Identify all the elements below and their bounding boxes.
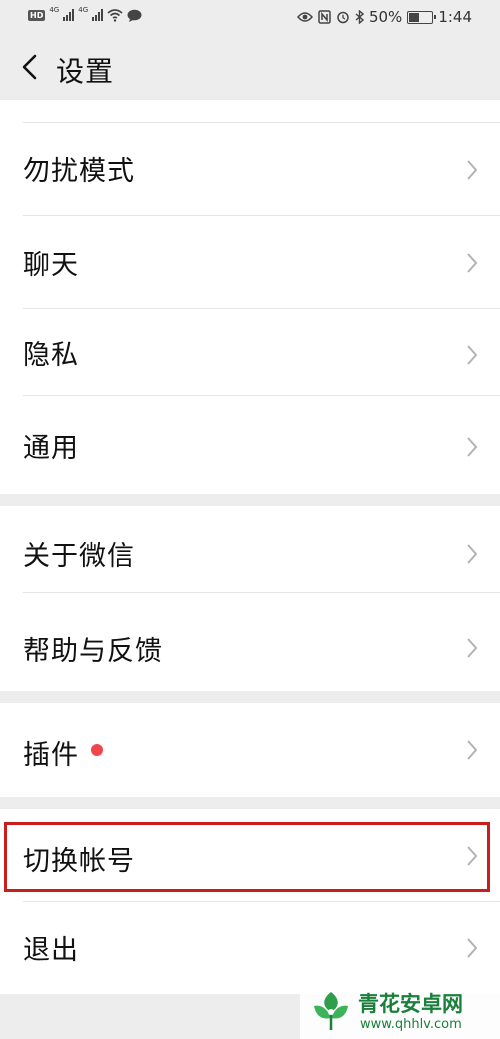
chat-notification-icon xyxy=(127,9,142,22)
settings-item-chat[interactable]: 聊天 xyxy=(0,216,500,308)
eye-icon xyxy=(296,12,313,22)
red-dot-badge xyxy=(91,744,103,756)
watermark-logo-icon xyxy=(314,992,348,1030)
settings-screen: HD 4G 4G 50% 1:44 设置 勿扰模式 聊天 隐私 通用 关于微信 … xyxy=(0,0,500,1039)
item-label: 关于微信 xyxy=(23,541,135,572)
page-title: 设置 xyxy=(56,55,115,88)
alarm-icon xyxy=(337,11,349,24)
chevron-right-icon xyxy=(467,160,478,180)
item-label: 退出 xyxy=(23,935,79,966)
bluetooth-icon xyxy=(355,10,364,24)
wifi-icon xyxy=(107,9,123,22)
settings-item-privacy[interactable]: 隐私 xyxy=(0,309,500,395)
chevron-right-icon xyxy=(467,253,478,273)
settings-item-logout[interactable]: 退出 xyxy=(0,902,500,994)
highlight-box xyxy=(4,822,490,892)
battery-icon xyxy=(407,10,437,24)
watermark: 青花安卓网 www.qhhlv.com xyxy=(300,984,500,1039)
settings-item-help-feedback[interactable]: 帮助与反馈 xyxy=(0,593,500,691)
chevron-right-icon xyxy=(467,740,478,760)
item-label: 帮助与反馈 xyxy=(23,636,163,667)
signal-icon xyxy=(63,9,75,21)
network-type-1: 4G xyxy=(49,6,60,14)
app-header: 设置 xyxy=(0,36,500,100)
network-type-2: 4G xyxy=(78,6,89,14)
chevron-right-icon xyxy=(467,938,478,958)
watermark-url: www.qhhlv.com xyxy=(360,1017,462,1032)
item-label: 聊天 xyxy=(23,250,79,281)
settings-group-about: 关于微信 帮助与反馈 xyxy=(0,506,500,691)
battery-percent: 50% xyxy=(368,8,403,26)
hd-indicator: HD xyxy=(28,9,46,21)
settings-group-plugins: 插件 xyxy=(0,703,500,797)
watermark-title: 青花安卓网 xyxy=(358,992,463,1016)
chevron-right-icon xyxy=(467,544,478,564)
settings-item-do-not-disturb[interactable]: 勿扰模式 xyxy=(0,123,500,215)
clock: 1:44 xyxy=(438,8,472,26)
item-label: 勿扰模式 xyxy=(23,156,135,187)
settings-group-general: 勿扰模式 聊天 隐私 通用 xyxy=(0,100,500,494)
settings-item-plugins[interactable]: 插件 xyxy=(0,703,500,797)
nfc-icon xyxy=(318,10,331,24)
item-label: 通用 xyxy=(23,433,79,464)
signal-icon xyxy=(92,9,104,21)
status-bar: HD 4G 4G 50% 1:44 xyxy=(0,0,500,36)
chevron-right-icon xyxy=(467,638,478,658)
item-label: 隐私 xyxy=(23,340,79,371)
back-arrow-icon[interactable] xyxy=(18,50,42,84)
settings-item-general[interactable]: 通用 xyxy=(0,396,500,494)
chevron-right-icon xyxy=(467,437,478,457)
chevron-right-icon xyxy=(467,345,478,365)
item-label: 插件 xyxy=(23,740,79,771)
settings-item-about-wechat[interactable]: 关于微信 xyxy=(0,506,500,592)
